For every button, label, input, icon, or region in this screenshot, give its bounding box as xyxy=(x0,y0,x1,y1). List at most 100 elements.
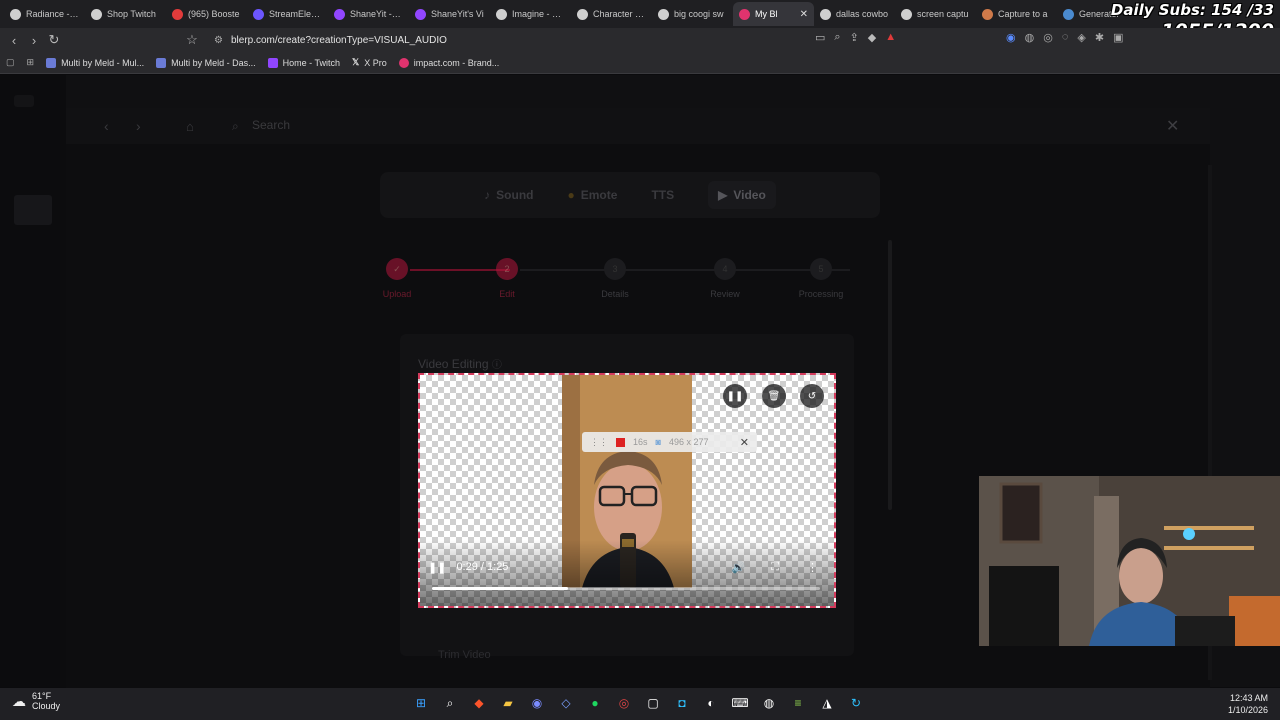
browser-tab[interactable]: Character De xyxy=(571,2,652,26)
brave-shield-icon[interactable]: ◆ xyxy=(868,31,876,44)
volume-icon[interactable]: 🔊 xyxy=(732,561,746,574)
chrome-icon[interactable]: ◎ xyxy=(613,692,635,714)
tab-title: ShaneYit - Ch xyxy=(350,9,403,19)
browser-tab[interactable]: big coogi sw xyxy=(652,2,733,26)
brave-rewards-icon[interactable]: ▲ xyxy=(885,31,896,44)
step-indicator: 3 xyxy=(604,258,626,280)
tab-favicon-icon xyxy=(901,8,912,20)
browser-tab[interactable]: My Bl ✕ xyxy=(733,2,814,26)
bookmark-item[interactable]: impact.com - Brand... xyxy=(398,57,499,68)
delete-button[interactable]: 🗑 xyxy=(762,384,786,408)
modal-close-icon[interactable]: ✕ xyxy=(1166,116,1179,136)
brave-browser-icon[interactable]: ◆ xyxy=(468,692,490,714)
extensions-puzzle-icon[interactable]: ✱ xyxy=(1095,31,1104,44)
back-icon[interactable]: ‹ xyxy=(4,33,24,48)
bookmark-item[interactable]: Home - Twitch xyxy=(267,57,340,68)
tab-title: My Bl xyxy=(755,9,778,19)
tab-close-icon[interactable]: ✕ xyxy=(800,9,808,20)
terminal-icon[interactable]: ⌨ xyxy=(729,692,751,714)
app-icon[interactable]: ≡ xyxy=(787,692,809,714)
spotify-icon[interactable]: ● xyxy=(584,692,606,714)
step-edit[interactable]: 2 Edit xyxy=(472,258,542,299)
close-recorder-icon[interactable]: ✕ xyxy=(740,436,749,449)
sidebar-toggle-icon[interactable]: ▣ xyxy=(1113,31,1123,44)
search-icon[interactable]: ⌕ xyxy=(439,692,461,714)
forward-icon[interactable]: › xyxy=(24,33,44,48)
camera-icon[interactable]: ◙ xyxy=(656,437,661,447)
more-options-icon[interactable]: ⋮ xyxy=(807,561,818,574)
modal-forward-icon[interactable]: › xyxy=(136,118,141,134)
meld-icon xyxy=(46,57,57,68)
extension-icon-2[interactable]: ◍ xyxy=(1025,31,1035,44)
tab-title: Capture to a xyxy=(998,9,1048,19)
search-input[interactable]: Search xyxy=(252,118,290,132)
step-upload[interactable]: ✓ Upload xyxy=(362,258,432,299)
bookmark-item[interactable]: Multi by Meld - Das... xyxy=(156,57,256,68)
tab-favicon-icon xyxy=(253,8,264,20)
sidebar-item[interactable] xyxy=(14,195,52,225)
recording-size: 496 x 277 xyxy=(668,437,709,447)
discord-icon[interactable]: ◉ xyxy=(526,692,548,714)
info-icon[interactable]: ⓘ xyxy=(492,360,502,371)
site-info-icon[interactable]: ⚙ xyxy=(214,35,223,46)
video-player-controls: ❚❚ 0:29 / 1:25 🔊 ⛶ ⋮ xyxy=(428,556,826,578)
extension-icon-1[interactable]: ◉ xyxy=(1006,31,1016,44)
creation-type-selector: ♪ Sound ● Emote TTS ▶ Video xyxy=(380,172,880,218)
tab-favicon-icon xyxy=(1063,8,1074,20)
pause-recording-button[interactable]: ❚❚ xyxy=(723,384,747,408)
app-icon[interactable]: ◘ xyxy=(671,692,693,714)
share-icon[interactable]: ⇪ xyxy=(850,31,859,44)
app-icon[interactable]: ↻ xyxy=(845,692,867,714)
browser-tab[interactable]: StreamEleme xyxy=(247,2,328,26)
browser-tab[interactable]: Shop Twitch xyxy=(85,2,166,26)
browser-tab[interactable]: dallas cowbo xyxy=(814,2,895,26)
extension-icon-3[interactable]: ◎ xyxy=(1043,31,1053,44)
browser-tab[interactable]: Radiance - Fu xyxy=(4,2,85,26)
reload-icon[interactable]: ↻ xyxy=(44,32,64,48)
browser-tab[interactable]: screen captu xyxy=(895,2,976,26)
extension-icon-4[interactable]: ◌ xyxy=(1062,31,1069,44)
type-option-emote[interactable]: ● Emote xyxy=(568,188,618,202)
stop-recording-icon[interactable] xyxy=(616,437,625,447)
type-option-video[interactable]: ▶ Video xyxy=(708,181,776,209)
step-label: Edit xyxy=(499,289,515,299)
fullscreen-icon[interactable]: ⛶ xyxy=(771,561,779,574)
apps-grid-icon[interactable]: ⊞ xyxy=(27,57,35,68)
bookmark-star-icon[interactable]: ☆ xyxy=(182,32,202,48)
video-progress-bar[interactable] xyxy=(432,587,820,590)
reset-button[interactable]: ↺ xyxy=(800,384,824,408)
play-pause-button[interactable]: ❚❚ xyxy=(428,561,446,574)
home-icon[interactable]: ⌂ xyxy=(186,119,194,134)
drag-handle-icon[interactable]: ⋮⋮ xyxy=(590,437,608,448)
system-clock[interactable]: 12:43 AM 1/10/2026 xyxy=(1228,692,1268,716)
step-processing[interactable]: 5 Processing xyxy=(786,258,856,299)
app-icon[interactable]: ◍ xyxy=(758,692,780,714)
bookmark-item[interactable]: Multi by Meld - Mul... xyxy=(46,57,144,68)
app-window-icon[interactable]: ▢ xyxy=(642,692,664,714)
browser-tab[interactable]: ShaneYit's Vi xyxy=(409,2,490,26)
trim-section-title: Trim Video xyxy=(438,649,491,661)
app-icon[interactable]: ◇ xyxy=(555,692,577,714)
browser-tab[interactable]: (965) Booste xyxy=(166,2,247,26)
file-explorer-icon[interactable]: ▰ xyxy=(497,692,519,714)
windows-start-icon[interactable]: ⊞ xyxy=(410,692,432,714)
install-app-icon[interactable]: ▭ xyxy=(815,31,825,44)
browser-tab[interactable]: Imagine - Gro xyxy=(490,2,571,26)
extension-icon-5[interactable]: ◈ xyxy=(1077,31,1085,44)
sidebar-logo xyxy=(14,95,34,107)
type-option-tts[interactable]: TTS xyxy=(651,188,674,202)
type-option-sound[interactable]: ♪ Sound xyxy=(484,188,533,202)
browser-tab[interactable]: ShaneYit - Ch xyxy=(328,2,409,26)
step-details[interactable]: 3 Details xyxy=(580,258,650,299)
browser-tab[interactable]: Capture to a xyxy=(976,2,1057,26)
tab-favicon-icon xyxy=(739,8,750,20)
scrollbar[interactable] xyxy=(888,240,892,510)
modal-back-icon[interactable]: ‹ xyxy=(104,118,109,134)
weather-widget[interactable]: ☁ 61°F Cloudy xyxy=(12,691,60,712)
bookmark-item[interactable]: 𝕏X Pro xyxy=(352,57,387,68)
sidebar-panel-icon[interactable]: ▢ xyxy=(6,57,15,68)
app-icon[interactable]: ◐ xyxy=(700,692,722,714)
app-icon[interactable]: ◮ xyxy=(816,692,838,714)
step-review[interactable]: 4 Review xyxy=(690,258,760,299)
zoom-icon[interactable]: ⌕ xyxy=(834,31,840,44)
